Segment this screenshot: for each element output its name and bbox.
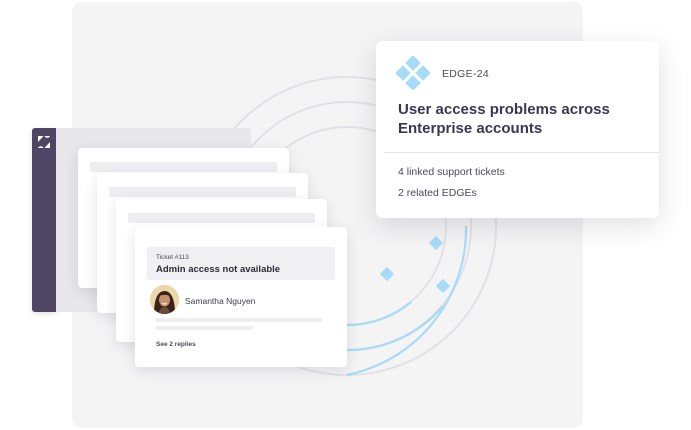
related-edges-count[interactable]: 2 related EDGEs	[398, 187, 477, 199]
card-header-placeholder	[109, 187, 296, 197]
ticket-title: Admin access not available	[156, 264, 281, 275]
text-placeholder-line	[155, 326, 253, 330]
divider	[384, 152, 659, 153]
ticket-card[interactable]: Ticket #113 Admin access not available S…	[135, 227, 347, 367]
diamond-cluster-logo-icon	[396, 56, 430, 90]
zendesk-logo-icon	[38, 136, 50, 148]
edge-id: EDGE-24	[442, 68, 490, 80]
linked-tickets-count[interactable]: 4 linked support tickets	[398, 166, 505, 178]
user-name: Samantha Nguyen	[185, 296, 256, 306]
see-replies-link[interactable]: See 2 replies	[156, 341, 196, 348]
card-header-placeholder	[90, 162, 277, 172]
ticket-header: Ticket #113 Admin access not available	[147, 247, 335, 280]
card-header-placeholder	[128, 213, 315, 223]
edge-card[interactable]: EDGE-24 User access problems across Ente…	[376, 41, 659, 218]
edge-title: User access problems across Enterprise a…	[398, 101, 610, 137]
avatar	[150, 285, 179, 314]
user-avatar-image	[150, 285, 179, 314]
zendesk-sidebar	[32, 128, 56, 312]
text-placeholder-line	[155, 318, 323, 322]
ticket-number: Ticket #113	[156, 254, 189, 261]
